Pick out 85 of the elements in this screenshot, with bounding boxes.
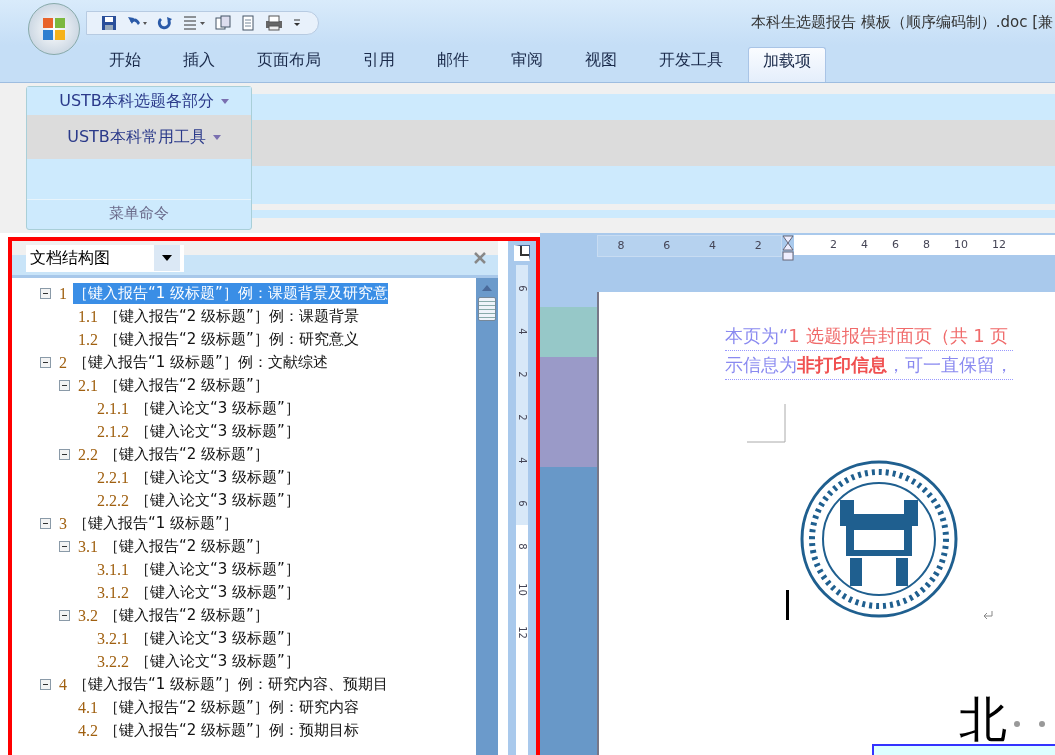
heading-item[interactable]: ［键入报告“1 级标题”］ (73, 513, 238, 534)
customize-toolbar-icon[interactable] (292, 16, 302, 29)
collapse-icon[interactable] (59, 610, 70, 621)
collapse-icon[interactable] (40, 288, 51, 299)
indent-marker-icon[interactable] (782, 235, 794, 261)
caret-icon (220, 98, 229, 104)
office-logo-icon (41, 15, 67, 42)
collapse-icon[interactable] (59, 541, 70, 552)
heading-item[interactable]: ［键入论文“3 级标题”］ (135, 628, 300, 649)
heading-number: 3.2.2 (97, 652, 129, 671)
close-icon[interactable] (474, 252, 486, 264)
heading-number: 2.1 (78, 376, 98, 395)
corner-mark (747, 404, 787, 444)
heading-number: 1.1 (78, 307, 98, 326)
heading-item[interactable]: ［键入报告“2 级标题”］ (104, 444, 269, 465)
heading-item[interactable]: ［键入报告“2 级标题”］例：研究意义 (104, 329, 359, 350)
heading-item[interactable]: ［键入论文“3 级标题”］ (135, 421, 300, 442)
save-icon[interactable] (101, 14, 117, 31)
text-cursor (786, 590, 789, 620)
document-icon[interactable] (240, 14, 256, 31)
ribbon-tab[interactable]: 邮件 (416, 47, 490, 82)
paragraph-mark-icon (982, 610, 994, 620)
ribbon-tab[interactable]: 审阅 (490, 47, 564, 82)
heading-number: 4.2 (78, 721, 98, 740)
heading-number: 3.1.2 (97, 583, 129, 602)
heading-item[interactable]: ［键入论文“3 级标题”］ (135, 559, 300, 580)
scroll-thumb[interactable] (478, 297, 496, 321)
ribbon-tab[interactable]: 页面布局 (236, 47, 342, 82)
ribbon-tab[interactable]: 开始 (88, 47, 162, 82)
horizontal-ruler: 8 6 4 2 2 4 6 8 10 12 (540, 233, 1055, 267)
heading-number: 1.2 (78, 330, 98, 349)
heading-number: 3 (59, 514, 67, 533)
view-dropdown[interactable]: 文档结构图 (26, 244, 184, 272)
title-text: 北 (959, 694, 1007, 744)
group-label: 菜单命令 (108, 203, 170, 224)
ribbon-tab[interactable]: 插入 (162, 47, 236, 82)
menu-button[interactable]: USTB本科常用工具 (27, 115, 251, 159)
ribbon-tab[interactable]: 引用 (342, 47, 416, 82)
redo-icon[interactable] (157, 14, 173, 31)
heading-item[interactable]: ［键入报告“2 级标题”］例：研究内容 (104, 697, 359, 718)
heading-item[interactable]: ［键入报告“2 级标题”］ (104, 536, 269, 557)
ribbon-tab[interactable]: 开发工具 (638, 47, 744, 82)
collapse-icon[interactable] (59, 380, 70, 391)
heading-item[interactable]: ［键入论文“3 级标题”］ (135, 398, 300, 419)
heading-item[interactable]: ［键入报告“1 级标题”］例：研究内容、预期目 (73, 674, 388, 695)
heading-item[interactable]: ［键入报告“2 级标题”］ (104, 605, 269, 626)
heading-item[interactable]: ［键入报告“1 级标题”］例：文献综述 (73, 352, 328, 373)
collapse-icon[interactable] (40, 518, 51, 529)
heading-number: 3.2.1 (97, 629, 129, 648)
ribbon-tab[interactable]: 视图 (564, 47, 638, 82)
caret-icon (212, 134, 221, 140)
heading-item[interactable]: ［键入论文“3 级标题”］ (135, 467, 300, 488)
heading-item[interactable]: ［键入论文“3 级标题”］ (135, 651, 300, 672)
heading-item[interactable]: ［键入论文“3 级标题”］ (135, 490, 300, 511)
heading-number: 3.2 (78, 606, 98, 625)
collapse-icon[interactable] (59, 449, 70, 460)
copy-icon[interactable] (215, 14, 231, 31)
vertical-ruler: 6 4 2 2 4 6 8 10 12 (516, 265, 528, 755)
heading-number: 1 (59, 284, 67, 303)
office-button[interactable] (28, 2, 80, 55)
collapse-icon[interactable] (40, 357, 51, 368)
heading-number: 2.2.1 (97, 468, 129, 487)
heading-number: 2 (59, 353, 67, 372)
heading-number: 2.1.1 (97, 399, 129, 418)
tab-selector-icon[interactable] (514, 245, 530, 261)
heading-item[interactable]: ［键入论文“3 级标题”］ (135, 582, 300, 603)
heading-number: 3.1 (78, 537, 98, 556)
collapse-icon[interactable] (40, 679, 51, 690)
heading-item[interactable]: ［键入报告“2 级标题”］例：预期目标 (104, 720, 359, 741)
ribbon-tab[interactable]: 加载项 (748, 47, 826, 82)
window-title: 本科生选题报告 模板（顺序编码制）.doc [兼 (750, 13, 1054, 32)
heading-number: 2.2 (78, 445, 98, 464)
heading-item[interactable]: ［键入报告“2 级标题”］例：课题背景 (104, 306, 359, 327)
heading-number: 2.2.2 (97, 491, 129, 510)
scrollbar[interactable] (476, 278, 498, 755)
info-note: 示信息为非打印信息，可一直保留， (725, 351, 1013, 380)
heading-number: 4.1 (78, 698, 98, 717)
heading-number: 3.1.1 (97, 560, 129, 579)
info-note: 本页为“1 选题报告封面页（共 1 页 (725, 322, 1013, 351)
dot-leader-icon (1013, 720, 1047, 728)
list-icon[interactable] (182, 14, 206, 31)
print-icon[interactable] (265, 14, 283, 31)
heading-number: 4 (59, 675, 67, 694)
heading-number: 2.1.2 (97, 422, 129, 441)
heading-item[interactable]: ［键入报告“2 级标题”］ (104, 375, 269, 396)
